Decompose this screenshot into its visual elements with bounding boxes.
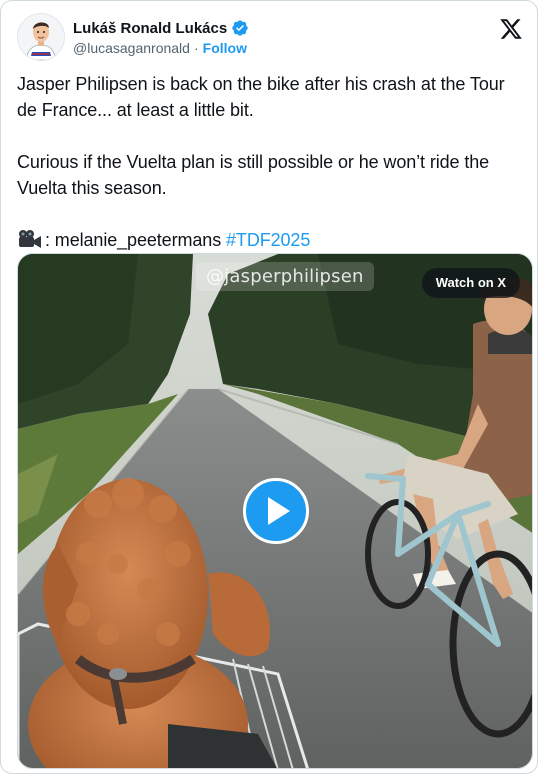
x-logo-icon[interactable] bbox=[499, 17, 523, 41]
tweet-header: Lukáš Ronald Lukács @lucasaganronald · F… bbox=[17, 13, 523, 63]
separator-dot: · bbox=[193, 40, 199, 56]
author-handle[interactable]: @lucasaganronald bbox=[73, 40, 190, 56]
name-row: Lukáš Ronald Lukács bbox=[73, 18, 413, 38]
tweet-credit-line: : melanie_peetermans #TDF2025 bbox=[17, 227, 525, 253]
handle-row: @lucasaganronald · Follow bbox=[73, 40, 413, 56]
verified-badge-icon bbox=[231, 19, 249, 37]
tweet-card: Lukáš Ronald Lukács @lucasaganronald · F… bbox=[0, 0, 538, 774]
hashtag-link[interactable]: #TDF2025 bbox=[226, 230, 310, 250]
tweet-paragraph-2: Curious if the Vuelta plan is still poss… bbox=[17, 152, 490, 198]
credit-text: : melanie_peetermans bbox=[45, 230, 227, 250]
author-name[interactable]: Lukáš Ronald Lukács bbox=[73, 20, 227, 37]
author-block: Lukáš Ronald Lukács @lucasaganronald · F… bbox=[73, 18, 413, 56]
follow-button[interactable]: Follow bbox=[203, 40, 247, 56]
watch-on-x-button[interactable]: Watch on X bbox=[421, 268, 520, 298]
play-icon bbox=[268, 497, 290, 525]
play-button[interactable] bbox=[243, 478, 309, 544]
movie-camera-icon bbox=[17, 229, 45, 249]
tweet-text: Jasper Philipsen is back on the bike aft… bbox=[17, 71, 525, 253]
video-watermark: @jasperphilipsen bbox=[196, 262, 374, 291]
tweet-paragraph-1: Jasper Philipsen is back on the bike aft… bbox=[17, 74, 505, 120]
avatar[interactable] bbox=[17, 13, 65, 61]
video-player[interactable]: @jasperphilipsen Watch on X bbox=[17, 253, 533, 769]
